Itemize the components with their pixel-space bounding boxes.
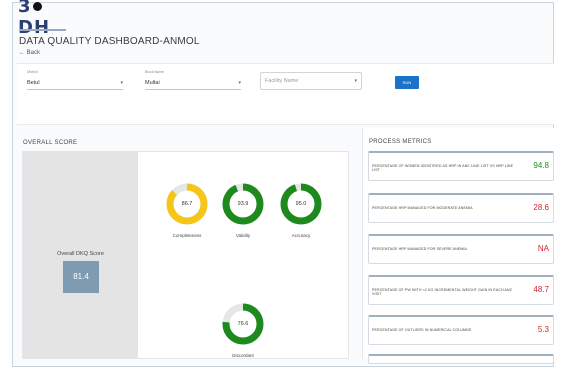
overall-score-label: Overall DKQ Score [57,251,104,257]
process-metric-text: PERCENTAGE HRP MANAGED FOR SEVERE ANEMIA [372,247,467,251]
process-metric-text: PERCENTAGE OF WOMEN IDENTIFIED AS HRP IN… [372,164,514,172]
overall-score-column: Overall DKQ Score 81.4 [23,152,138,358]
process-metric-value: NA [537,244,549,253]
process-metric-text: PERCENTAGE HRP MANAGED FOR MODERATE ANEM… [372,206,473,210]
validity-gauge-value: 93.9 [237,201,249,207]
block-select-value: Multai [145,80,160,86]
process-metric-card: PERCENTAGE OF PW WITH <2 KG INCREMENTAL … [368,275,554,305]
discordant-gauge: 76.6 [221,302,265,346]
back-link[interactable]: ← Back [19,50,40,56]
logo: 3DH [18,0,70,38]
accuracy-gauge-label: Accuracy [291,233,311,238]
facility-select-placeholder: Facility Name [265,78,299,84]
district-select-label: District [27,70,38,74]
logo-underline [20,29,66,31]
overall-score-heading: OVERALL SCORE [23,140,78,146]
process-metric-value: 48.7 [533,285,549,294]
process-metric-value: 5.3 [537,325,549,334]
block-select[interactable]: Block Name Multai ▾ [145,70,241,90]
chevron-down-icon: ▾ [120,80,123,86]
block-select-label: Block Name [145,70,164,74]
discordant-gauge-label: Discordant [232,353,254,358]
process-metrics-heading: PROCESS METRICS [369,139,432,145]
logo-dot-icon [32,2,42,11]
district-select-value: Betul [27,80,40,86]
validity-gauge-label: Validity [235,233,251,238]
overall-score-value: 81.4 [63,261,99,293]
discordant-gauge-value: 76.6 [237,321,249,327]
process-metric-card-partial [368,354,554,364]
facility-select[interactable]: Facility Name ▾ [260,72,362,90]
process-metric-value: 28.6 [533,203,549,212]
process-metric-text: PERCENTAGE OF OUTLIERS IN NUMERICAL COLU… [372,328,472,332]
process-metric-card: PERCENTAGE HRP MANAGED FOR SEVERE ANEMIA… [368,234,554,264]
completeness-gauge: 86.7 [165,182,209,226]
filter-panel: District Betul ▾ Block Name Multai ▾ Fac… [17,63,554,125]
completeness-gauge-label: Completeness [172,233,202,238]
process-metric-card: PERCENTAGE OF WOMEN IDENTIFIED AS HRP IN… [368,151,554,181]
process-metric-card: PERCENTAGE HRP MANAGED FOR MODERATE ANEM… [368,193,554,223]
page-title: DATA QUALITY DASHBOARD-ANMOL [19,36,200,47]
accuracy-gauge-value: 95.0 [295,201,307,207]
logo-text: 3DH [18,0,51,38]
process-metric-value: 94.8 [533,161,549,170]
completeness-gauge-value: 86.7 [181,201,193,207]
overall-score-panel: Overall DKQ Score 81.4 86.7 Completeness 9… [22,151,349,359]
run-button[interactable]: RUN [395,76,419,89]
back-label: Back [26,50,41,56]
process-metric-text: PERCENTAGE OF PW WITH <2 KG INCREMENTAL … [372,288,513,296]
arrow-left-icon: ← [19,50,25,56]
chevron-down-icon: ▾ [238,80,241,86]
chevron-down-icon: ▾ [354,78,357,84]
accuracy-gauge: 95.0 [279,182,323,226]
process-metric-card: PERCENTAGE OF OUTLIERS IN NUMERICAL COLU… [368,315,554,345]
validity-gauge: 93.9 [221,182,265,226]
district-select[interactable]: District Betul ▾ [27,70,123,90]
